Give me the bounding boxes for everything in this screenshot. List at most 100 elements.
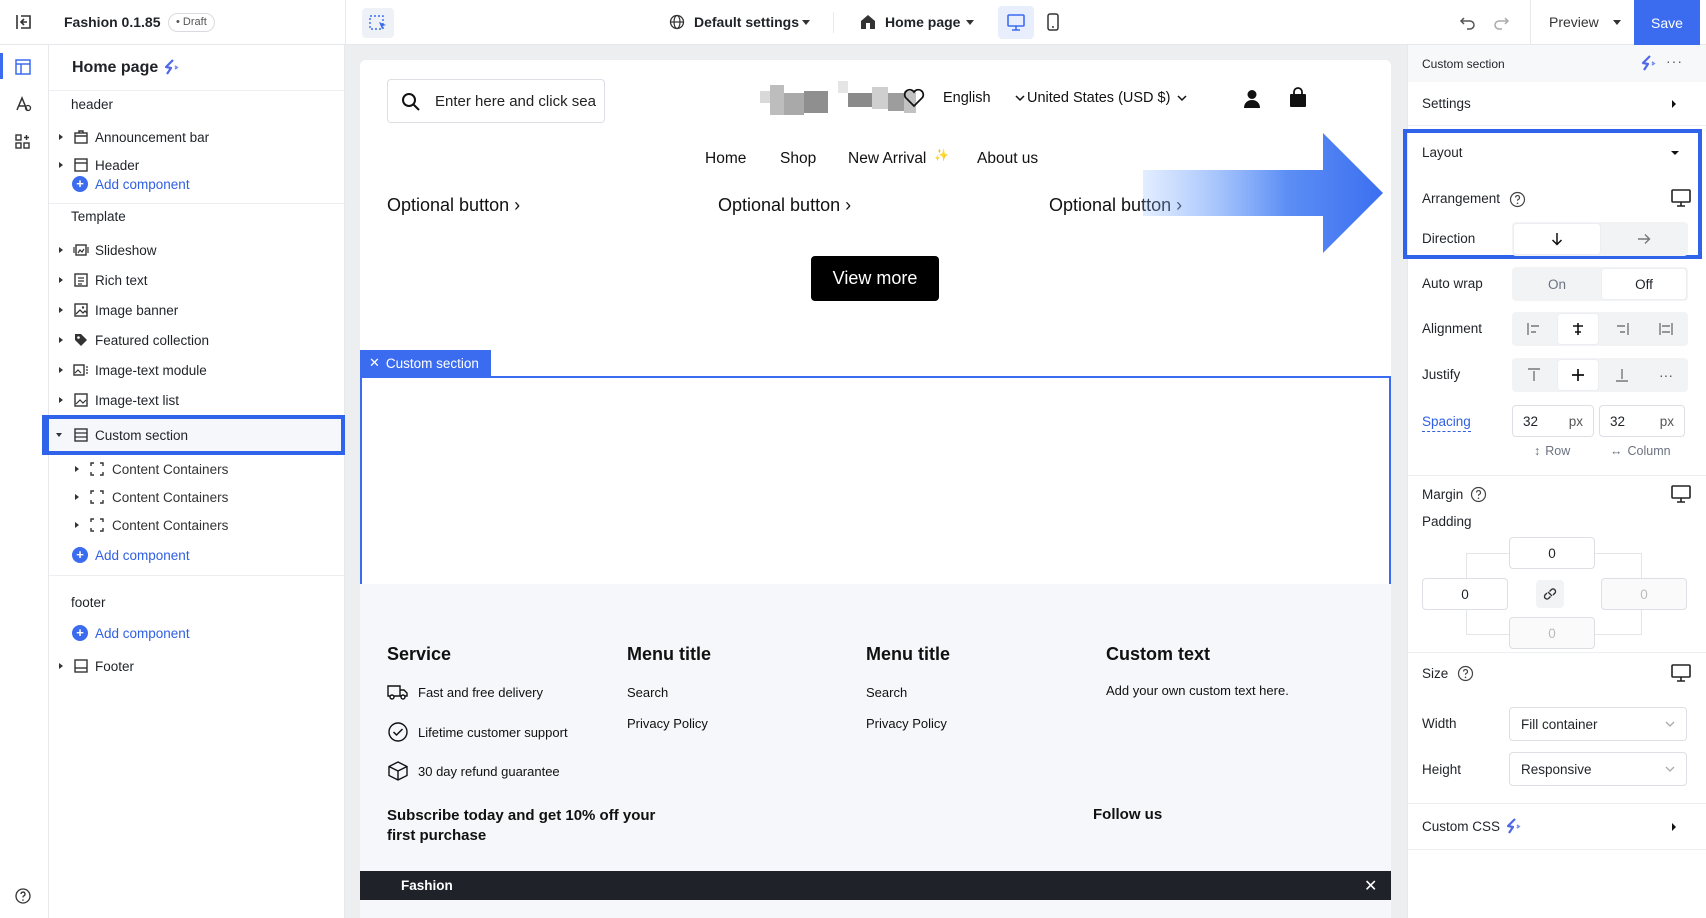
footer-menu2-link-1[interactable]: Search <box>866 685 907 700</box>
app-title: Fashion 0.1.85 <box>64 14 161 30</box>
layer-content-container-3[interactable]: Content Containers <box>49 510 345 540</box>
undo-icon[interactable] <box>1459 13 1477 31</box>
padding-bottom-input[interactable]: 0 <box>1509 617 1595 649</box>
width-label: Width <box>1422 716 1457 731</box>
theme-style-icon[interactable] <box>14 95 32 113</box>
layer-featured-collection[interactable]: Featured collection <box>49 325 345 355</box>
desktop-view-button[interactable] <box>998 6 1034 39</box>
vertical-arrows-icon: ↕ <box>1534 444 1541 458</box>
panel-title: Custom section <box>1422 57 1505 71</box>
height-label: Height <box>1422 762 1462 777</box>
footer-menu1-link-2[interactable]: Privacy Policy <box>627 716 708 731</box>
add-component-footer[interactable]: + Add component <box>72 625 190 641</box>
layer-custom-section[interactable]: Custom section <box>42 415 345 455</box>
auto-wrap-off[interactable]: Off <box>1602 269 1686 299</box>
custom-section-canvas[interactable] <box>360 376 1391 586</box>
padding-left-input[interactable]: 0 <box>1422 578 1508 610</box>
template-group-label: Template <box>71 209 126 224</box>
margin-label: Margin <box>1422 487 1464 502</box>
justify-more-icon[interactable]: ··· <box>1646 360 1686 390</box>
save-button[interactable]: Save <box>1634 0 1700 45</box>
align-right-icon[interactable] <box>1602 314 1642 344</box>
nav-shop[interactable]: Shop <box>780 150 816 168</box>
cart-bag-icon[interactable] <box>1289 87 1307 108</box>
optional-button-1[interactable]: Optional button › <box>387 195 520 216</box>
layer-rich-text[interactable]: Rich text <box>49 265 345 295</box>
layer-image-text-list[interactable]: Image-text list <box>49 385 345 415</box>
auto-wrap-on[interactable]: On <box>1514 269 1600 299</box>
caret-down-icon <box>56 433 62 437</box>
store-preview: Enter here and click sea English United … <box>360 60 1391 918</box>
column-spacing-input[interactable]: 32 px <box>1599 405 1685 437</box>
padding-right-input[interactable]: 0 <box>1601 578 1687 610</box>
add-component-header[interactable]: + Add component <box>72 176 190 192</box>
help-circle-icon <box>1509 191 1526 208</box>
height-select[interactable]: Responsive <box>1509 752 1687 786</box>
layer-content-container-1[interactable]: Content Containers <box>49 454 345 484</box>
wishlist-heart-icon[interactable] <box>903 88 925 108</box>
layer-image-banner[interactable]: Image banner <box>49 295 345 325</box>
spacing-label[interactable]: Spacing <box>1422 414 1471 432</box>
justify-bottom-icon[interactable] <box>1602 360 1642 390</box>
direction-horizontal-option[interactable] <box>1602 224 1686 254</box>
footer-service-item-1: Fast and free delivery <box>418 685 544 700</box>
padding-top-input[interactable]: 0 <box>1509 537 1595 569</box>
nav-home[interactable]: Home <box>705 150 746 168</box>
store-footer: Service Fast and free delivery Lifetime … <box>360 584 1391 918</box>
default-settings-dropdown[interactable]: Default settings <box>694 14 799 30</box>
select-tool-button[interactable] <box>362 8 394 38</box>
justify-top-icon[interactable] <box>1514 360 1554 390</box>
package-icon <box>388 761 408 781</box>
custom-section-tag[interactable]: ✕ Custom section <box>360 350 491 376</box>
alignment-options <box>1512 312 1688 346</box>
width-select[interactable]: Fill container <box>1509 707 1687 741</box>
add-component-template[interactable]: + Add component <box>72 547 190 563</box>
globe-icon <box>669 14 685 30</box>
section-icon <box>74 428 88 442</box>
language-selector[interactable]: English <box>943 90 991 106</box>
apps-icon[interactable] <box>14 133 32 151</box>
layer-content-container-2[interactable]: Content Containers <box>49 482 345 512</box>
link-padding-button[interactable] <box>1536 580 1564 608</box>
justify-center-icon[interactable] <box>1558 360 1598 390</box>
section-name-bar: Fashion ✕ <box>360 871 1391 900</box>
help-icon[interactable] <box>14 887 32 905</box>
nav-new-arrival[interactable]: New Arrival <box>848 150 926 168</box>
layer-footer[interactable]: Footer <box>49 651 345 681</box>
account-icon[interactable] <box>1243 89 1261 109</box>
currency-selector[interactable]: United States (USD $) <box>1027 90 1170 106</box>
align-left-icon[interactable] <box>1514 314 1554 344</box>
nav-about-us[interactable]: About us <box>977 150 1038 168</box>
auto-wrap-label: Auto wrap <box>1422 276 1483 291</box>
layers-icon[interactable] <box>14 58 32 76</box>
page-dropdown[interactable]: Home page <box>885 14 960 30</box>
settings-row[interactable]: Settings <box>1408 82 1706 125</box>
redo-icon[interactable] <box>1492 13 1510 31</box>
footer-menu2-link-2[interactable]: Privacy Policy <box>866 716 947 731</box>
ai-sparkle-icon <box>162 58 180 76</box>
preview-button[interactable]: Preview <box>1549 14 1599 30</box>
layer-slideshow[interactable]: Slideshow <box>49 235 345 265</box>
close-bar-icon[interactable]: ✕ <box>1364 876 1377 896</box>
layer-image-text-module[interactable]: Image-text module <box>49 355 345 385</box>
view-more-button[interactable]: View more <box>811 256 939 301</box>
exit-editor-icon[interactable] <box>15 13 33 31</box>
mobile-view-button[interactable] <box>1046 12 1060 32</box>
align-stretch-icon[interactable] <box>1646 314 1686 344</box>
chevron-down-icon <box>1665 766 1675 772</box>
optional-button-2[interactable]: Optional button › <box>718 195 851 216</box>
footer-menu1-link-1[interactable]: Search <box>627 685 668 700</box>
padding-label: Padding <box>1422 514 1472 529</box>
more-options-icon[interactable]: ··· <box>1666 53 1683 69</box>
justify-options: ··· <box>1512 358 1688 392</box>
custom-css-row[interactable]: Custom CSS <box>1408 804 1706 849</box>
store-search-box[interactable]: Enter here and click sea <box>387 79 605 123</box>
layout-label[interactable]: Layout <box>1422 145 1463 160</box>
caret-right-icon <box>1672 100 1676 108</box>
caret-down-icon <box>1671 151 1679 155</box>
align-center-icon[interactable] <box>1558 314 1598 344</box>
layer-announcement-bar[interactable]: Announcement bar <box>49 122 345 152</box>
caret-right-icon <box>59 134 63 140</box>
row-spacing-input[interactable]: 32 px <box>1512 405 1594 437</box>
direction-vertical-option[interactable] <box>1514 224 1600 254</box>
